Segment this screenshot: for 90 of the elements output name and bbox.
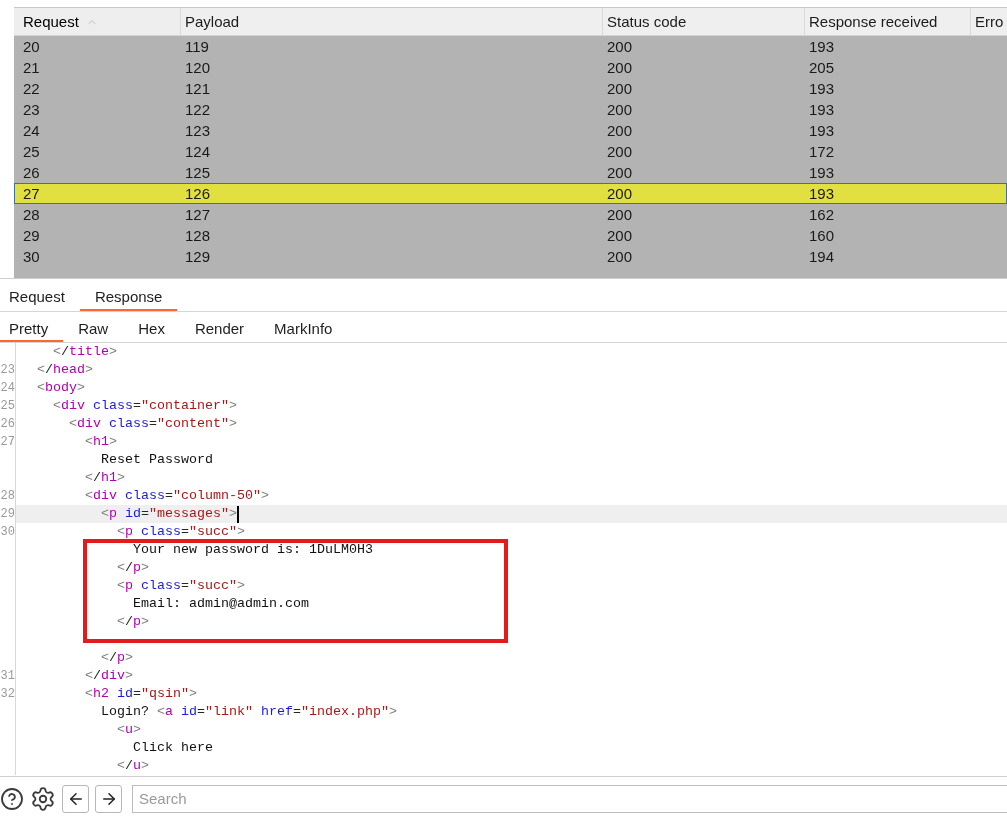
- table-cell-text: 127: [184, 205, 212, 225]
- table-cell-text: 200: [606, 142, 634, 162]
- code-line: Email: admin@admin.com: [133, 595, 309, 613]
- table-cell-text: 120: [184, 58, 212, 78]
- code-line: <h1>: [85, 433, 117, 451]
- help-icon[interactable]: [0, 786, 24, 811]
- table-cell-text: 21: [22, 58, 41, 78]
- code-line: </div>: [85, 667, 133, 685]
- table-cell-text: 119: [184, 37, 210, 57]
- code-line: </p>: [117, 559, 149, 577]
- table-cell-text: 26: [22, 163, 41, 183]
- code-line: Your new password is: 1DuLM0H3: [133, 541, 373, 559]
- line-number: 28: [0, 488, 15, 504]
- view-tab[interactable]: Render: [179, 312, 260, 342]
- line-number: 24: [0, 380, 15, 396]
- code-line: <p id="messages">: [101, 505, 237, 523]
- table-cell-text: 193: [808, 37, 836, 57]
- view-tab[interactable]: Raw: [63, 312, 124, 342]
- table-cell-text: 193: [808, 184, 836, 204]
- table-cell-text: 126: [184, 184, 212, 204]
- line-number: 32: [0, 686, 15, 702]
- table-cell-text: 200: [606, 58, 634, 78]
- table-cell-text: 194: [808, 247, 836, 267]
- code-line: <p class="succ">: [117, 523, 245, 541]
- table-cell-text: 200: [606, 247, 634, 267]
- line-number: 30: [0, 524, 15, 540]
- code-line: <body>: [37, 379, 85, 397]
- code-line: <h2 id="qsin">: [85, 685, 197, 703]
- table-cell-text: 205: [808, 58, 836, 78]
- line-number: 29: [0, 506, 15, 522]
- line-number: 31: [0, 668, 15, 684]
- table-cell-text: 193: [808, 100, 836, 120]
- code-line: </h1>: [85, 469, 125, 487]
- back-button[interactable]: [62, 784, 89, 813]
- view-tab[interactable]: MarkInfo: [259, 312, 348, 342]
- table-cell-text: 125: [184, 163, 212, 183]
- table-cell-text: 24: [22, 121, 41, 141]
- code-line: <div class="content">: [69, 415, 237, 433]
- forward-button[interactable]: [95, 784, 122, 813]
- code-line: <div class="column-50">: [85, 487, 269, 505]
- line-number: 26: [0, 416, 15, 432]
- code-line: <p class="succ">: [117, 577, 245, 595]
- code-line: </p>: [117, 613, 149, 631]
- code-line: </title>: [53, 343, 117, 361]
- code-line: <div class="container">: [53, 397, 237, 415]
- table-cell-text: 200: [606, 79, 634, 99]
- table-cell-text: 200: [606, 163, 634, 183]
- table-cell-text: 129: [184, 247, 212, 267]
- table-cell-text: 193: [808, 79, 836, 99]
- code-line: </u>: [117, 757, 149, 775]
- table-cell-text: 200: [606, 205, 634, 225]
- tab[interactable]: Request: [0, 279, 80, 311]
- view-tab[interactable]: Hex: [123, 312, 180, 342]
- table-cell-text: 20: [22, 37, 41, 57]
- table-cell-text: 200: [606, 37, 634, 57]
- code-line: </p>: [101, 649, 133, 667]
- table-cell-text: 122: [184, 100, 212, 120]
- table-cell-text: 121: [184, 79, 212, 99]
- table-cell-text: 30: [22, 247, 41, 267]
- table-cell-text: 29: [22, 226, 41, 246]
- code-line: Click here: [133, 739, 213, 757]
- table-cell-text: 200: [606, 226, 634, 246]
- code-line: Reset Password: [101, 451, 213, 469]
- table-row[interactable]: 27 126 200 193: [14, 183, 1007, 204]
- search-field[interactable]: Search: [132, 784, 1007, 813]
- text-cursor-icon: [236, 505, 239, 523]
- table-cell-text: 193: [808, 121, 836, 141]
- table-cell-text: 27: [22, 184, 41, 204]
- table-cell-text: 193: [808, 163, 836, 183]
- table-cell-text: 200: [606, 100, 634, 120]
- table-cell-text: 172: [808, 142, 836, 162]
- table-cell-text: 160: [808, 226, 836, 246]
- code-line: <u>: [117, 721, 141, 739]
- code-line: Login? <a id="link" href="index.php">: [101, 703, 397, 721]
- table-cell-text: 124: [184, 142, 212, 162]
- table-cell-text: 200: [606, 184, 634, 204]
- tab[interactable]: Response: [79, 279, 178, 311]
- table-cell-text: 200: [606, 121, 634, 141]
- table-cell-text: 22: [22, 79, 41, 99]
- table-cell-text: 23: [22, 100, 41, 120]
- table-cell-text: 28: [22, 205, 41, 225]
- table-cell-text: 162: [808, 205, 836, 225]
- line-number: 27: [0, 434, 15, 450]
- table-cell-text: 123: [184, 121, 212, 141]
- code-line: </head>: [37, 361, 93, 379]
- line-number: 25: [0, 398, 15, 414]
- line-number: 23: [0, 362, 15, 378]
- table-cell-text: 25: [22, 142, 41, 162]
- table-cell-text: 128: [184, 226, 212, 246]
- settings-icon[interactable]: [30, 785, 56, 812]
